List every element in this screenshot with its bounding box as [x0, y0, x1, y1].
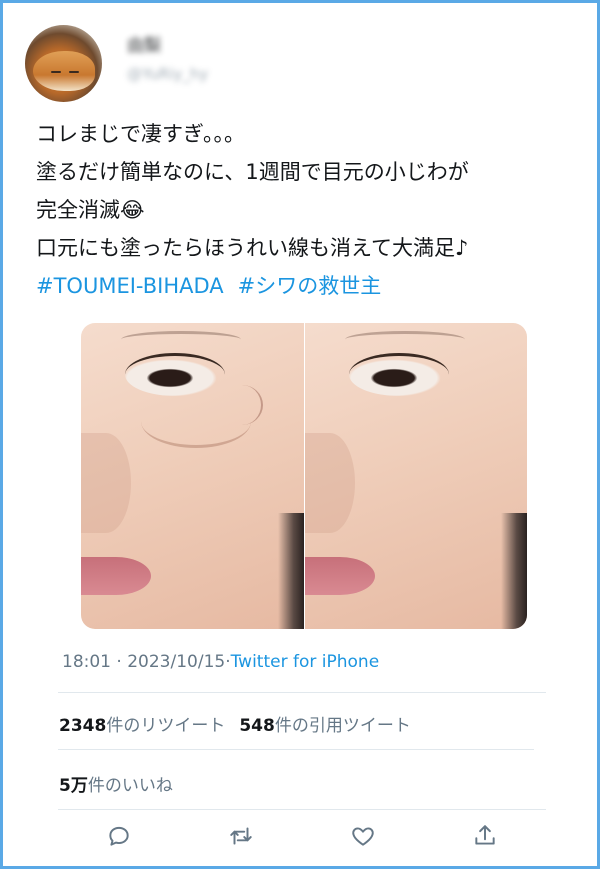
avatar-dog-eye	[69, 71, 79, 73]
photo-hair	[501, 513, 527, 629]
tweet-line: 塗るだけ簡単なのに、1週間で目元の小じわが	[36, 160, 469, 184]
quotes-label: 件の引用ツイート	[274, 716, 411, 736]
user-name[interactable]: 由梨	[127, 31, 161, 56]
likes-count: 5万	[59, 776, 88, 796]
tweet-time[interactable]: 18:01	[62, 652, 111, 672]
tweet-line: 完全消滅😂	[36, 198, 145, 222]
divider	[58, 809, 546, 810]
avatar[interactable]	[25, 25, 102, 102]
avatar-dog-image	[33, 51, 95, 91]
retweets-stat[interactable]: 2348件のリツイート	[59, 716, 225, 736]
meta-separator: ·	[111, 652, 128, 672]
like-icon	[350, 823, 376, 853]
photo-brow	[121, 331, 241, 348]
tweet-text: コレまじで凄すぎ。。。 塗るだけ簡単なのに、1週間で目元の小じわが 完全消滅😂 …	[36, 115, 576, 305]
retweet-icon	[227, 823, 255, 853]
before-photo[interactable]	[81, 323, 304, 629]
like-button[interactable]	[343, 818, 383, 858]
photo-lip	[81, 557, 151, 595]
photo-hair	[277, 513, 304, 629]
user-handle[interactable]: @YuRiy_hy	[127, 65, 208, 83]
photo-eye	[348, 353, 449, 396]
after-photo[interactable]	[303, 323, 527, 629]
photo-nose	[304, 433, 355, 533]
tweet-meta: 18:01 · 2023/10/15·Twitter for iPhone	[62, 652, 379, 672]
divider	[58, 692, 546, 693]
share-button[interactable]	[465, 818, 505, 858]
tweet-source[interactable]: Twitter for iPhone	[231, 652, 380, 672]
reply-button[interactable]	[99, 818, 139, 858]
photo-nose	[81, 433, 131, 533]
retweets-label: 件のリツイート	[106, 716, 226, 736]
photo-eye	[125, 353, 225, 396]
photo-lip	[304, 557, 375, 595]
quotes-stat[interactable]: 548件の引用ツイート	[239, 716, 411, 736]
action-bar	[58, 813, 546, 863]
hashtag-link[interactable]: #TOUMEI-BIHADA	[36, 274, 224, 298]
quotes-count: 548	[239, 716, 275, 736]
divider	[58, 749, 534, 750]
avatar-dog-eye	[51, 71, 61, 73]
like-stats[interactable]: 5万件のいいね	[59, 771, 173, 796]
likes-label: 件のいいね	[87, 776, 173, 796]
reply-icon	[106, 823, 132, 853]
share-icon	[472, 823, 498, 853]
tweet-line: コレまじで凄すぎ。。。	[36, 122, 245, 146]
media-grid[interactable]	[81, 323, 527, 629]
retweets-count: 2348	[59, 716, 107, 736]
tweet-line: 口元にも塗ったらほうれい線も消えて大満足♪	[36, 236, 469, 260]
retweet-button[interactable]	[221, 818, 261, 858]
hashtag-link[interactable]: #シワの救世主	[238, 274, 382, 298]
hashtag-row: #TOUMEI-BIHADA #シワの救世主	[36, 267, 576, 305]
photo-brow	[344, 331, 465, 348]
tweet-date[interactable]: 2023/10/15	[127, 652, 225, 672]
tweet-card: 由梨 @YuRiy_hy コレまじで凄すぎ。。。 塗るだけ簡単なのに、1週間で目…	[3, 3, 597, 866]
photo-wrinkle	[221, 385, 263, 425]
retweet-stats: 2348件のリツイート 548件の引用ツイート	[59, 711, 411, 736]
